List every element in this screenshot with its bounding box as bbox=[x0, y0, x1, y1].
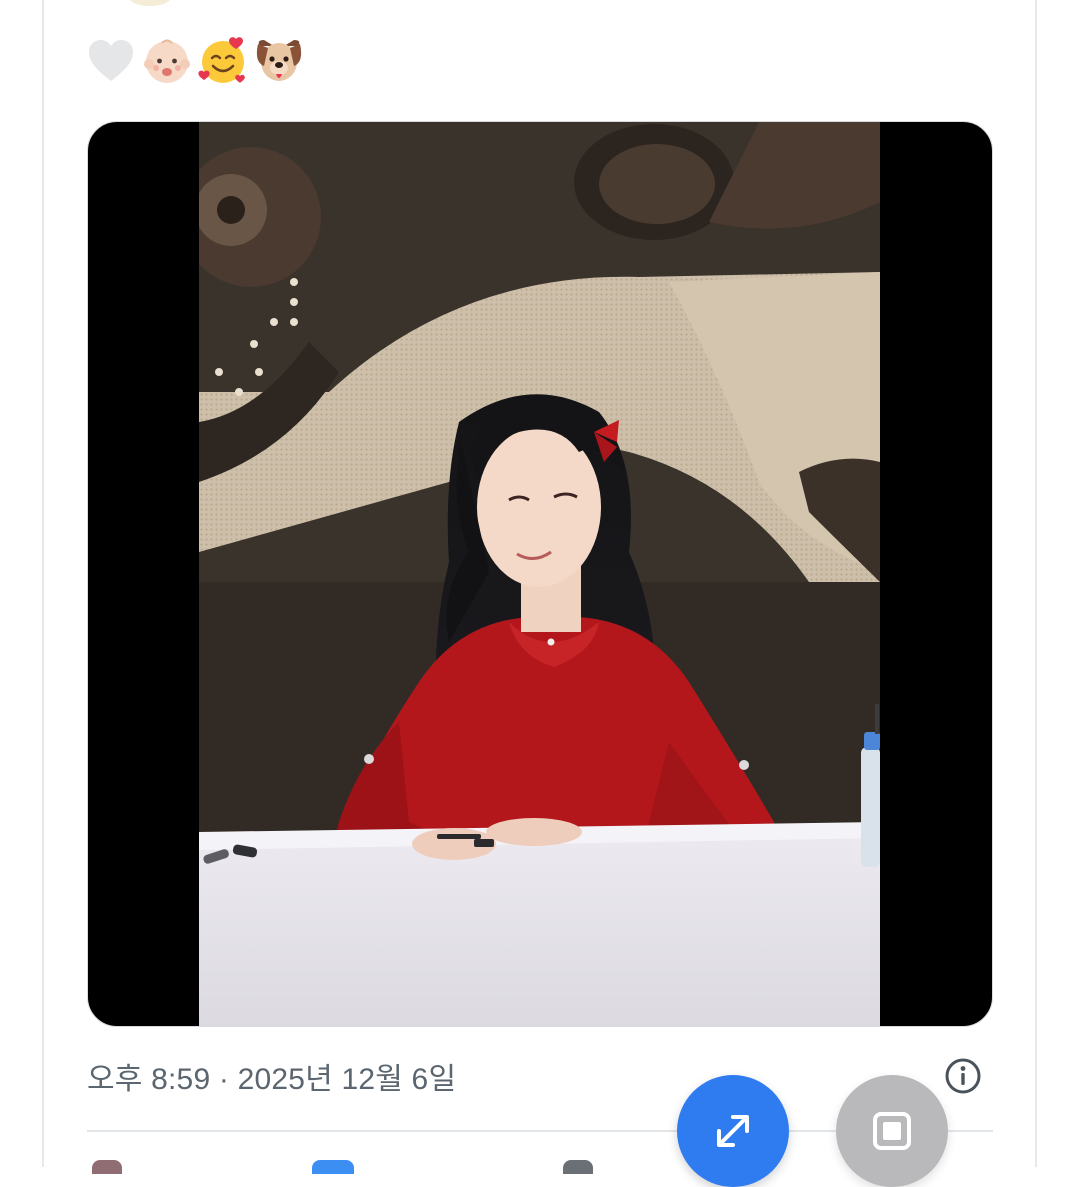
expand-arrows-icon[interactable] bbox=[677, 1075, 789, 1187]
info-circle-icon[interactable] bbox=[944, 1057, 982, 1095]
baby-emoji-icon[interactable] bbox=[142, 36, 192, 86]
post-timestamp: 오후 8:59 · 2025년 12월 6일 bbox=[87, 1063, 457, 1096]
reaction-row bbox=[86, 34, 304, 88]
like-icon[interactable] bbox=[563, 1160, 593, 1174]
picture-in-picture-icon[interactable] bbox=[836, 1075, 948, 1187]
media-container[interactable] bbox=[87, 121, 993, 1027]
card-border-right bbox=[1035, 0, 1037, 1167]
smiling-face-with-hearts-icon[interactable] bbox=[198, 36, 248, 86]
reply-icon[interactable] bbox=[92, 1160, 122, 1174]
post-photo[interactable] bbox=[199, 122, 880, 1027]
card-border-left bbox=[42, 0, 44, 1167]
repost-icon[interactable] bbox=[312, 1160, 354, 1174]
dog-face-icon[interactable] bbox=[254, 36, 304, 86]
avatar bbox=[128, 0, 172, 6]
heart-icon[interactable] bbox=[86, 36, 136, 86]
